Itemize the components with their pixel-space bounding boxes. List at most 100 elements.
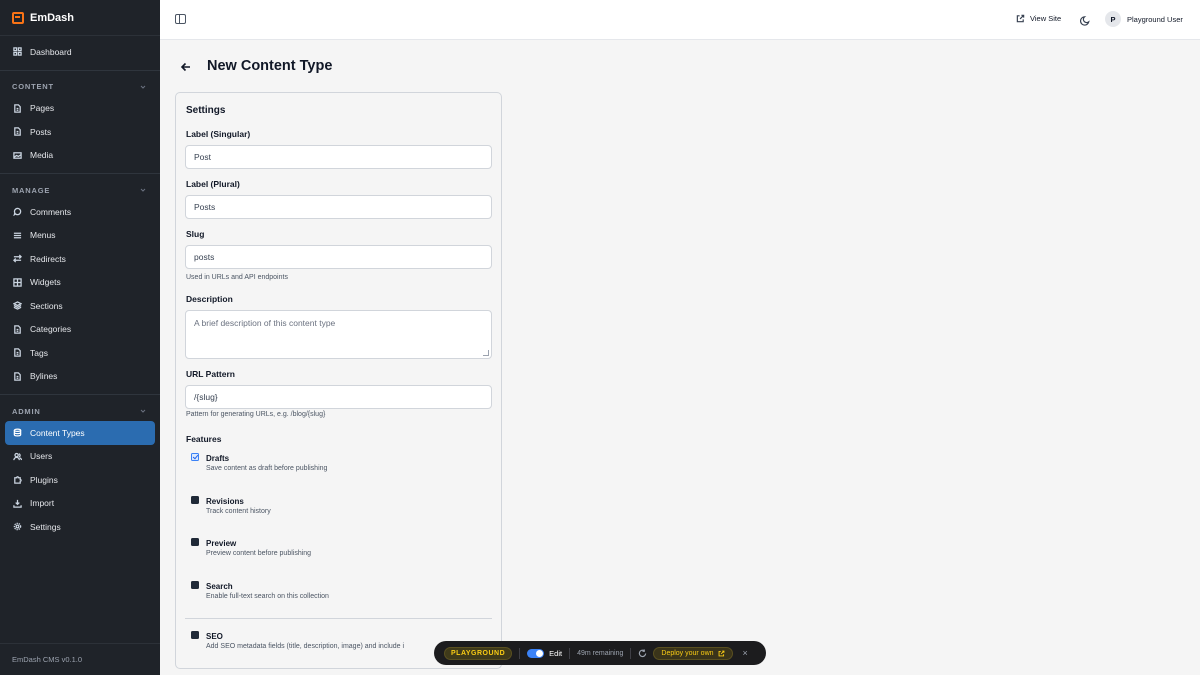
image-icon xyxy=(13,151,22,160)
seo-checkbox[interactable] xyxy=(191,631,199,639)
close-icon[interactable]: × xyxy=(743,648,748,658)
back-arrow-icon[interactable] xyxy=(180,60,192,72)
playground-badge: PLAYGROUND xyxy=(444,646,513,660)
file-icon xyxy=(13,325,22,334)
playground-bar: PLAYGROUND Edit 49m remaining Deploy you… xyxy=(434,641,766,665)
preview-checkbox[interactable] xyxy=(191,538,199,546)
users-icon xyxy=(13,452,22,461)
sidebar-item-widgets[interactable]: Widgets xyxy=(5,271,155,295)
puzzle-icon xyxy=(13,475,22,484)
edit-toggle[interactable] xyxy=(527,648,545,658)
sidebar-item-label: Categories xyxy=(30,324,72,335)
label-plural-input[interactable]: Posts xyxy=(185,195,492,219)
sidebar: EmDash Dashboard CONTENT Pages Posts Med… xyxy=(0,0,160,675)
sidebar-toggle-icon[interactable] xyxy=(175,14,186,24)
feature-name: Drafts xyxy=(206,454,230,463)
import-icon xyxy=(13,499,22,508)
view-site-link[interactable]: View Site xyxy=(1016,14,1061,23)
features-label: Features xyxy=(186,434,222,444)
sidebar-item-users[interactable]: Users xyxy=(5,445,155,469)
sidebar-divider xyxy=(0,394,160,395)
section-manage-toggle[interactable]: MANAGE xyxy=(0,180,160,200)
features-divider xyxy=(185,618,492,619)
url-pattern-label: URL Pattern xyxy=(186,369,235,379)
view-site-label: View Site xyxy=(1030,14,1062,23)
revisions-checkbox[interactable] xyxy=(191,496,199,504)
feature-desc: Enable full-text search on this collecti… xyxy=(206,593,329,600)
sidebar-item-settings[interactable]: Settings xyxy=(5,515,155,539)
file-icon xyxy=(13,372,22,381)
sidebar-item-dashboard[interactable]: Dashboard xyxy=(5,40,155,64)
chevron-down-icon xyxy=(140,188,146,192)
search-checkbox[interactable] xyxy=(191,581,199,589)
user-menu[interactable]: P Playground User xyxy=(1105,11,1183,27)
sidebar-item-content-types[interactable]: Content Types xyxy=(5,421,155,445)
avatar: P xyxy=(1105,11,1121,27)
section-heading: MANAGE xyxy=(12,185,51,195)
sidebar-item-label: Sections xyxy=(30,300,63,311)
sidebar-item-bylines[interactable]: Bylines xyxy=(5,365,155,389)
external-link-icon xyxy=(718,650,724,656)
file-icon xyxy=(13,104,22,113)
section-content-toggle[interactable]: CONTENT xyxy=(0,77,160,97)
sidebar-item-pages[interactable]: Pages xyxy=(5,97,155,121)
theme-toggle-moon-icon[interactable] xyxy=(1079,13,1091,26)
sidebar-item-label: Users xyxy=(30,451,53,462)
layout-grid-icon xyxy=(13,278,22,287)
sidebar-item-categories[interactable]: Categories xyxy=(5,318,155,342)
drafts-checkbox[interactable] xyxy=(191,453,199,461)
layers-icon xyxy=(13,301,22,311)
sidebar-item-import[interactable]: Import xyxy=(5,492,155,516)
sidebar-item-label: Menus xyxy=(30,230,56,241)
sidebar-item-plugins[interactable]: Plugins xyxy=(5,468,155,492)
message-circle-icon xyxy=(13,207,22,217)
feature-name: SEO xyxy=(206,632,223,641)
sidebar-item-label: Comments xyxy=(30,206,72,217)
feature-desc: Track content history xyxy=(206,508,271,515)
sidebar-item-label: Widgets xyxy=(30,277,61,288)
sidebar-item-label: Pages xyxy=(30,103,55,114)
sidebar-item-label: Media xyxy=(30,150,54,161)
sidebar-divider xyxy=(0,173,160,174)
external-link-icon xyxy=(1016,14,1025,23)
url-pattern-help: Pattern for generating URLs, e.g. /blog/… xyxy=(186,411,326,418)
label-singular-input[interactable]: Post xyxy=(185,145,492,169)
url-pattern-input[interactable]: /{slug} xyxy=(185,385,492,409)
grid-icon xyxy=(13,47,22,56)
app-version: EmDash CMS v0.1.0 xyxy=(0,643,160,675)
sidebar-item-tags[interactable]: Tags xyxy=(5,341,155,365)
sidebar-item-media[interactable]: Media xyxy=(5,144,155,168)
time-remaining: 49m remaining xyxy=(577,649,624,657)
bar-separator xyxy=(569,647,571,659)
brand[interactable]: EmDash xyxy=(0,0,160,36)
chevron-down-icon xyxy=(140,409,146,413)
deploy-label: Deploy your own xyxy=(661,649,714,657)
edit-label: Edit xyxy=(549,648,563,658)
sidebar-item-label: Bylines xyxy=(30,371,58,382)
deploy-button[interactable]: Deploy your own xyxy=(653,646,733,660)
sidebar-item-label: Tags xyxy=(30,347,48,358)
sidebar-item-menus[interactable]: Menus xyxy=(5,224,155,248)
card-title: Settings xyxy=(186,105,226,116)
refresh-icon[interactable] xyxy=(638,648,647,658)
label-plural-label: Label (Plural) xyxy=(186,179,240,189)
feature-name: Preview xyxy=(206,539,237,548)
sidebar-item-label: Redirects xyxy=(30,253,66,264)
sidebar-item-redirects[interactable]: Redirects xyxy=(5,247,155,271)
sidebar-item-label: Dashboard xyxy=(30,46,72,57)
sidebar-item-sections[interactable]: Sections xyxy=(5,294,155,318)
slug-input[interactable]: posts xyxy=(185,245,492,269)
sidebar-item-posts[interactable]: Posts xyxy=(5,120,155,144)
slug-label: Slug xyxy=(186,229,205,239)
sidebar-item-comments[interactable]: Comments xyxy=(5,200,155,224)
sidebar-item-label: Posts xyxy=(30,126,52,137)
description-label: Description xyxy=(186,294,233,304)
section-admin-toggle[interactable]: ADMIN xyxy=(0,401,160,421)
description-textarea[interactable]: A brief description of this content type xyxy=(185,310,492,359)
gear-icon xyxy=(13,522,22,531)
feature-desc: Preview content before publishing xyxy=(206,550,312,557)
sidebar-item-label: Content Types xyxy=(30,427,85,438)
file-text-icon xyxy=(13,127,22,136)
sidebar-item-label: Plugins xyxy=(30,474,58,485)
brand-name: EmDash xyxy=(30,11,75,24)
